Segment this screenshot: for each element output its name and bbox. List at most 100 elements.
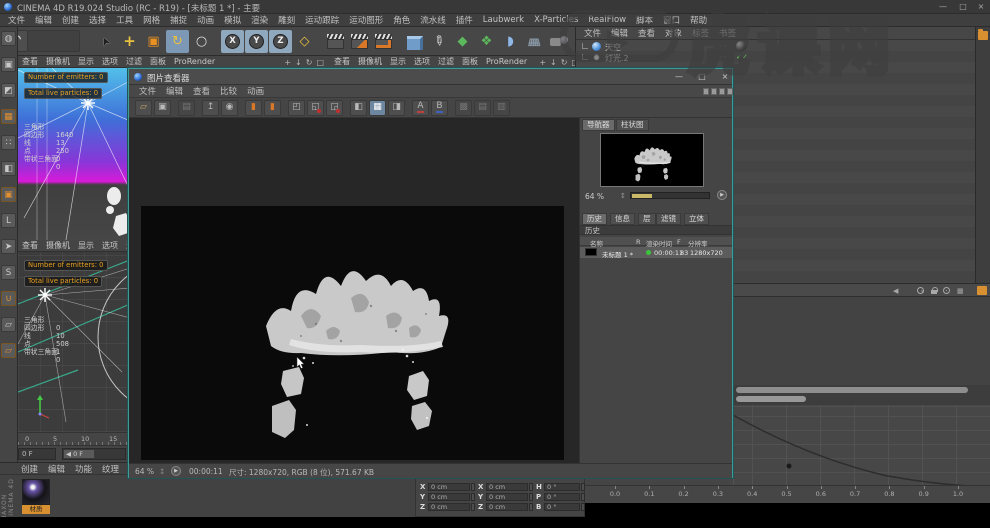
menu-item[interactable]: 工具 [111, 14, 138, 26]
object-manager-menu-item[interactable]: 对象 [660, 27, 687, 39]
menu-item[interactable]: 流水线 [415, 14, 451, 26]
environment-button[interactable]: ▦ [523, 30, 546, 53]
current-frame-field[interactable]: 0 F [18, 448, 56, 460]
fcurve-editor[interactable] [733, 405, 990, 485]
deformers-button[interactable]: ◗ [499, 30, 522, 53]
film-frame-button[interactable]: ◰ [288, 99, 305, 116]
material-menu-item[interactable]: 编辑 [43, 463, 70, 475]
menu-item[interactable]: 捕捉 [165, 14, 192, 26]
coord-field-scale[interactable]: 0 cm [486, 483, 528, 491]
coord-spinner[interactable] [529, 503, 533, 511]
float-window-icon[interactable] [703, 88, 709, 95]
coord-spinner[interactable] [471, 493, 475, 501]
make-editable-icon[interactable]: ◍ [1, 31, 16, 46]
menu-item[interactable]: 雕刻 [273, 14, 300, 26]
upload-button[interactable]: ↥ [202, 99, 219, 116]
viewport-solo-icon[interactable]: ➤ [1, 239, 16, 254]
tab-navigator[interactable]: 导航器 [582, 119, 615, 131]
picture-viewer-title-bar[interactable]: 图片查看器 — □ × [129, 69, 732, 85]
object-manager-menu-item[interactable]: 书签 [714, 27, 741, 39]
workplane-icon[interactable]: ▱ [1, 317, 16, 332]
menu-item[interactable]: X-Particles [529, 15, 583, 25]
scroll-down-icon[interactable] [727, 88, 733, 95]
viewport-menu-item[interactable]: ProRender [170, 57, 219, 66]
visibility-dots[interactable]: ◦◦ [719, 43, 728, 50]
coord-spinner[interactable] [529, 493, 533, 501]
coord-field-rotation[interactable]: 0 ° [544, 503, 580, 511]
status-spinner[interactable]: ↕ [159, 467, 165, 476]
move-panel-icon[interactable] [719, 88, 725, 95]
thumbnail-view-button[interactable]: ▤ [178, 99, 195, 116]
layer-option-3-button[interactable]: ▥ [493, 99, 510, 116]
tab-滤镜[interactable]: 滤镜 [656, 213, 681, 225]
viewport-menu-item[interactable]: 选项 [98, 240, 122, 251]
menu-item[interactable]: RealFlow [583, 15, 631, 25]
picture-viewer-menu-item[interactable]: 比较 [215, 85, 242, 97]
material-thumbnail[interactable] [22, 479, 50, 505]
save-button[interactable]: ▣ [154, 99, 171, 116]
coord-field-position[interactable]: 0 cm [428, 503, 470, 511]
film-person-button[interactable]: ◲ [326, 99, 343, 116]
viewport-menu-item[interactable]: 查看 [18, 240, 42, 251]
viewport-menu-item[interactable]: 选项 [98, 56, 122, 67]
menu-item[interactable]: 插件 [451, 14, 478, 26]
viewport-menu-item[interactable]: 过滤 [122, 56, 146, 67]
move-tool-icon[interactable]: + [118, 30, 141, 53]
back-arrow-icon[interactable]: ◀ [893, 287, 898, 295]
snap-toggle-icon[interactable]: ∪ [1, 291, 16, 306]
rendered-image[interactable] [141, 206, 564, 460]
compare-ab-button[interactable]: ◨ [388, 99, 405, 116]
menu-item[interactable]: 文件 [3, 14, 30, 26]
coord-field-position[interactable]: 0 cm [428, 483, 470, 491]
material-menu-item[interactable]: 创建 [16, 463, 43, 475]
viewport-wireframe[interactable]: Number of emitters: 0 Total live particl… [18, 252, 128, 432]
viewport-menu-item[interactable]: 摄像机 [42, 240, 74, 251]
add-primitive-cube-button[interactable] [403, 30, 426, 53]
tab-立体[interactable]: 立体 [684, 213, 709, 225]
set-b-image-button[interactable]: B [431, 99, 448, 116]
object-row[interactable]: 灯光.2 ◦◦ ✓✓ [576, 52, 975, 63]
viewport-menu-item[interactable]: 显示 [74, 240, 98, 251]
axis-mode-icon[interactable]: L [1, 213, 16, 228]
full-image-button[interactable]: ▮ [245, 99, 262, 116]
tab-histogram[interactable]: 柱状图 [616, 119, 649, 131]
dock-icon[interactable] [711, 88, 717, 95]
y-axis-lock-button[interactable]: Y [245, 29, 268, 53]
play-button[interactable]: ▶ [171, 466, 181, 476]
render-view-button[interactable] [324, 30, 347, 53]
rotate-view-icon[interactable]: ↻ [559, 58, 570, 67]
set-a-image-button[interactable]: A [412, 99, 429, 116]
render-to-picture-viewer-button[interactable] [348, 30, 371, 53]
viewport-menu-item[interactable]: 摄像机 [354, 56, 386, 67]
mograph-button[interactable]: ❖ [475, 30, 498, 53]
timeline-ruler[interactable]: 0 5 10 15 [18, 432, 128, 446]
fcurve-ruler[interactable]: 0.0 0.1 0.2 0.3 0.4 0.5 0.6 0.7 0.8 0.9 1.0 [585, 485, 990, 503]
pan-view-icon[interactable]: + [537, 58, 548, 67]
viewport-menu-item[interactable]: 显示 [74, 56, 98, 67]
coord-spinner[interactable] [471, 483, 475, 491]
viewport-menu-item[interactable]: 过滤 [434, 56, 458, 67]
menu-item[interactable]: 角色 [388, 14, 415, 26]
menu-item[interactable]: 编辑 [30, 14, 57, 26]
picture-viewer-menu-item[interactable]: 编辑 [161, 85, 188, 97]
spline-pen-button[interactable]: ✎ [427, 30, 450, 53]
coord-field-scale[interactable]: 0 cm [486, 493, 528, 501]
object-manager-menu-item[interactable]: 标签 [687, 27, 714, 39]
x-axis-lock-button[interactable]: X [221, 29, 244, 53]
picture-viewer-menu-item[interactable]: 文件 [134, 85, 161, 97]
tab-层[interactable]: 层 [638, 213, 656, 225]
material-menu-item[interactable]: 功能 [70, 463, 97, 475]
compare-split-button[interactable]: ◧ [350, 99, 367, 116]
layer-option-2-button[interactable]: ▤ [474, 99, 491, 116]
horizontal-scrollbar[interactable] [736, 396, 806, 402]
menu-item[interactable]: 窗口 [658, 14, 685, 26]
picture-viewer-menu-item[interactable]: 动画 [242, 85, 269, 97]
render-settings-button[interactable] [372, 30, 395, 53]
viewport-menu-item[interactable]: 面板 [146, 56, 170, 67]
zoom-view-icon[interactable]: ↓ [293, 58, 304, 67]
frame-slider[interactable]: ◀ 0 F [62, 448, 126, 460]
picture-viewer-menu-item[interactable]: 查看 [188, 85, 215, 97]
texture-mode-icon[interactable]: ◩ [1, 83, 16, 98]
rotate-view-icon[interactable]: ↻ [304, 58, 315, 67]
close-button[interactable]: × [973, 1, 989, 12]
